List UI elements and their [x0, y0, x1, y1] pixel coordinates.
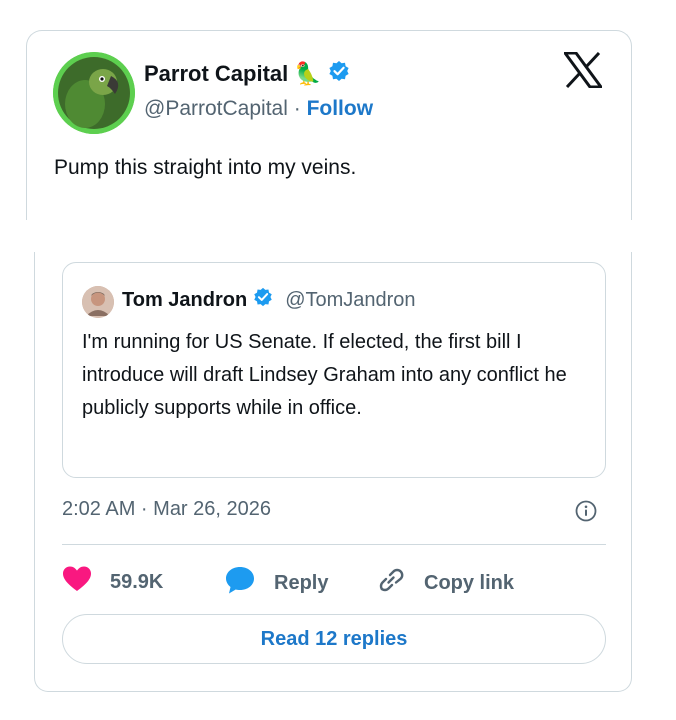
quoted-handle: @TomJandron	[285, 288, 416, 311]
author-handle[interactable]: @ParrotCapital	[144, 97, 288, 120]
copy-link-label: Copy link	[424, 571, 515, 594]
copy-link-button[interactable]: Copy link	[376, 565, 514, 601]
avatar[interactable]	[53, 52, 135, 134]
author-name-row[interactable]: Parrot Capital 🦜	[144, 60, 350, 88]
link-icon	[376, 565, 406, 601]
divider	[62, 544, 606, 545]
handle-separator: ·	[293, 97, 301, 120]
quoted-display-name: Tom Jandron	[122, 288, 248, 311]
timestamp[interactable]: 2:02 AM · Mar 26, 2026	[62, 498, 271, 521]
quoted-text: I'm running for US Senate. If elected, t…	[82, 331, 567, 419]
heart-icon	[62, 565, 92, 599]
reply-button[interactable]: Reply	[224, 565, 328, 601]
like-button[interactable]: 59.9K	[62, 565, 163, 599]
tweet-text: Pump this straight into my veins.	[54, 156, 357, 179]
author-display-name[interactable]: Parrot Capital	[144, 61, 288, 87]
like-count: 59.9K	[110, 570, 164, 593]
parrot-emoji: 🦜	[294, 61, 322, 86]
author-handle-row: @ParrotCapital · Follow	[144, 97, 373, 121]
read-replies-button[interactable]: Read 12 replies	[62, 614, 606, 664]
speech-bubble-icon	[224, 565, 256, 601]
quoted-avatar	[82, 286, 114, 318]
reply-label: Reply	[274, 571, 329, 594]
verified-badge-icon	[253, 287, 273, 313]
info-icon[interactable]	[575, 500, 597, 527]
x-logo-icon[interactable]	[562, 51, 604, 93]
verified-badge-icon	[328, 60, 350, 88]
quoted-author-row: Tom Jandron @TomJandron	[122, 287, 416, 313]
follow-button[interactable]: Follow	[307, 97, 374, 120]
